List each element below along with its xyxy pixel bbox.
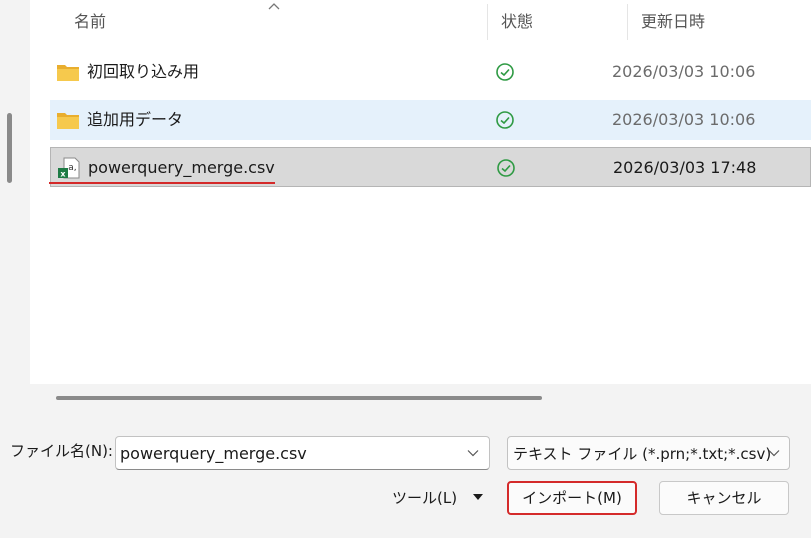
chevron-down-icon [768, 450, 780, 457]
filename-label: ファイル名(N): [10, 442, 113, 460]
column-header: 名前 状態 更新日時 [30, 0, 811, 44]
highlight-underline [49, 182, 275, 184]
import-button[interactable]: インポート(M) [507, 481, 637, 515]
chevron-down-icon[interactable] [467, 449, 479, 457]
csv-file-icon: a, x [58, 157, 80, 179]
list-item[interactable]: 初回取り込み用 2026/03/03 10:06 [50, 52, 811, 92]
horizontal-scrollbar-thumb[interactable] [56, 396, 542, 400]
svg-text:a,: a, [68, 163, 76, 173]
tools-label: ツール(L) [392, 489, 458, 507]
file-date: 2026/03/03 10:06 [612, 62, 756, 81]
vertical-scrollbar-thumb[interactable] [7, 113, 12, 183]
svg-text:x: x [60, 170, 66, 179]
cancel-button[interactable]: キャンセル [659, 481, 789, 515]
synced-check-icon [496, 111, 514, 129]
vertical-scrollbar[interactable] [0, 0, 30, 410]
column-status[interactable]: 状態 [487, 0, 627, 44]
folder-icon [57, 113, 79, 129]
list-item-selected[interactable]: a, x powerquery_merge.csv 2026/03/03 17:… [50, 147, 811, 187]
caret-down-icon [473, 494, 483, 500]
filename-input[interactable]: powerquery_merge.csv [115, 436, 490, 470]
column-date-modified[interactable]: 更新日時 [627, 0, 811, 44]
file-name: 追加用データ [87, 110, 184, 129]
synced-check-icon [496, 63, 514, 81]
synced-check-icon [497, 159, 515, 177]
file-list: 名前 状態 更新日時 初回取り込み用 2026/03/03 10:06 追加用デ… [30, 0, 811, 410]
file-type-value: テキスト ファイル (*.prn;*.txt;*.csv) [513, 445, 772, 463]
list-item[interactable]: 追加用データ 2026/03/03 10:06 [50, 100, 811, 140]
folder-icon [57, 65, 79, 81]
file-date: 2026/03/03 17:48 [613, 158, 757, 177]
column-name[interactable]: 名前 [60, 0, 517, 44]
horizontal-scrollbar[interactable] [30, 384, 811, 410]
filename-value[interactable]: powerquery_merge.csv [120, 437, 307, 471]
file-type-select[interactable]: テキスト ファイル (*.prn;*.txt;*.csv) [507, 436, 790, 470]
file-name: 初回取り込み用 [87, 62, 200, 81]
file-date: 2026/03/03 10:06 [612, 110, 756, 129]
